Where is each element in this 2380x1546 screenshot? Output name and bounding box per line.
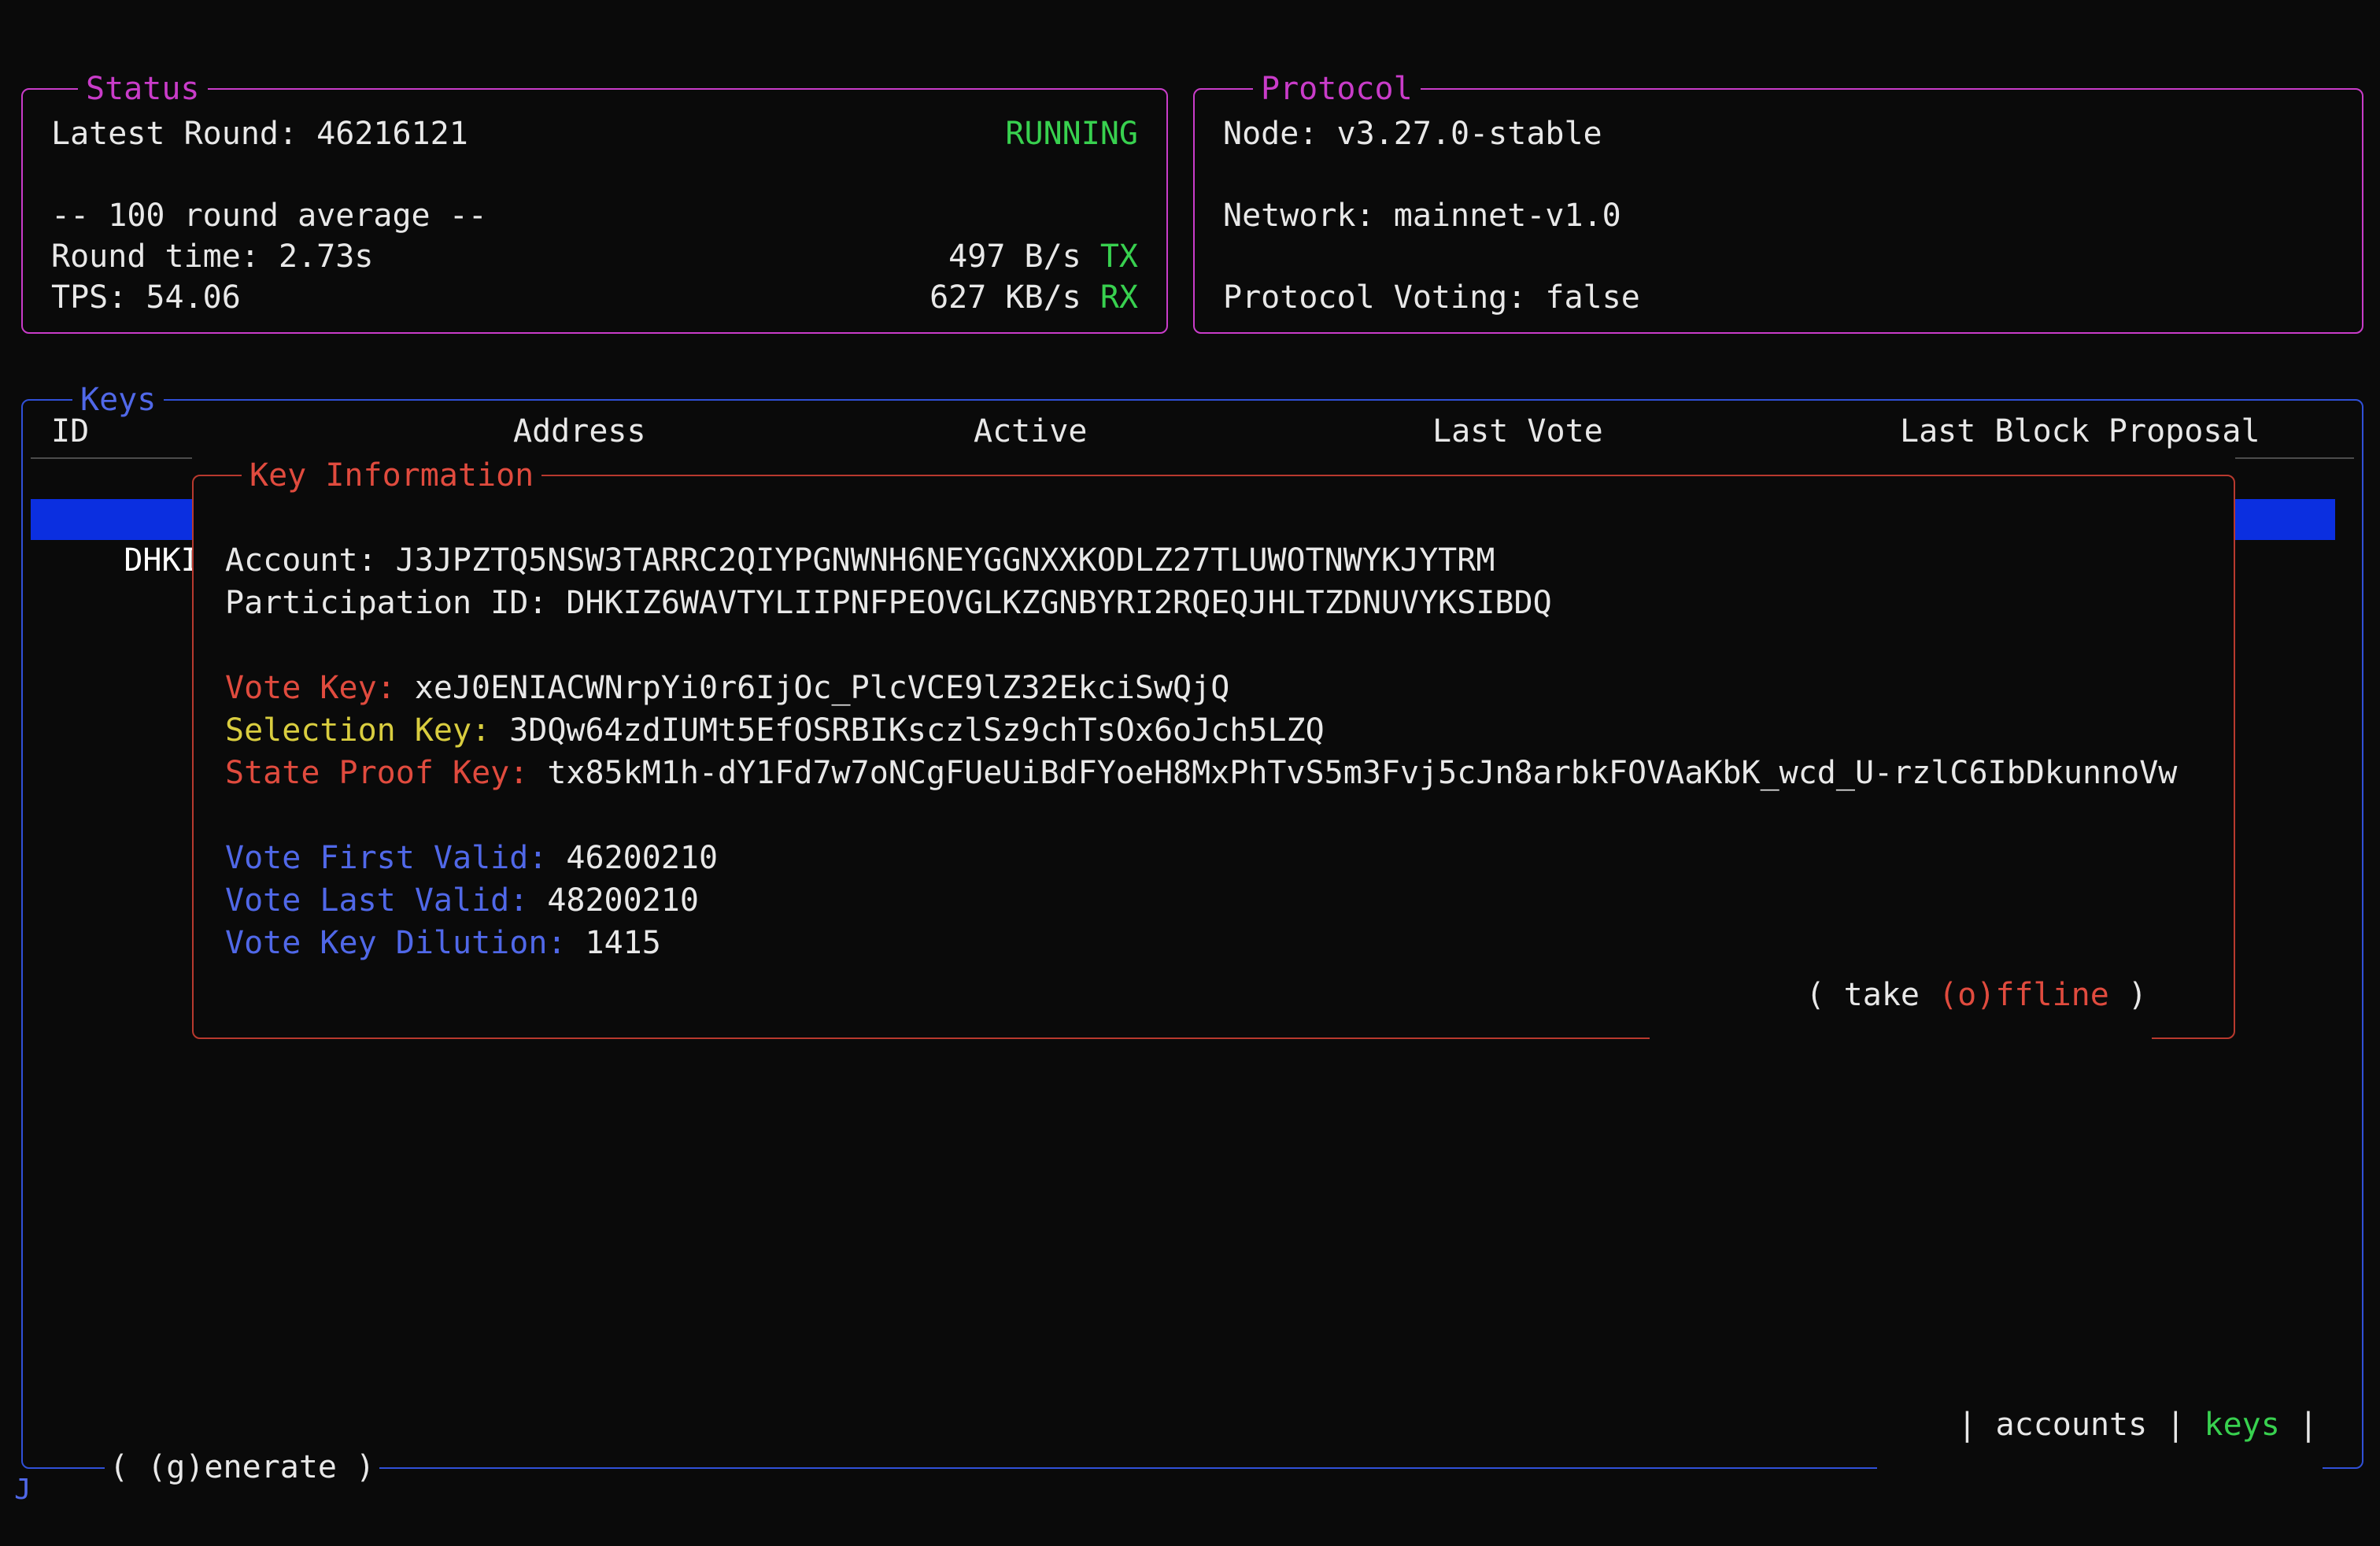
vote-first-valid-label: Vote First Valid: — [225, 840, 547, 876]
account-label: Account: — [225, 542, 377, 579]
tab-separator: | — [2299, 1407, 2318, 1443]
column-header-id: ID — [51, 411, 89, 452]
offline-hotkey: (o)ffline — [1938, 977, 2109, 1013]
status-row: TPS: 54.06 627 KB/s RX — [51, 277, 1138, 318]
offline-button-suffix: ) — [2109, 977, 2147, 1013]
column-header-last-block-proposal: Last Block Proposal — [1900, 411, 2260, 452]
account-value: J3JPZTQ5NSW3TARRC2QIYPGNWNH6NEYGGNXXKODL… — [396, 542, 1495, 579]
tx-throughput: 497 B/s TX — [948, 239, 1138, 275]
participation-id-label: Participation ID: — [225, 585, 547, 621]
protocol-row: Protocol Voting: false — [1223, 277, 2334, 318]
rx-rate: 627 KB/s — [929, 279, 1081, 316]
offline-button-prefix: ( take — [1806, 977, 1939, 1013]
status-panel-title: Status — [78, 67, 208, 111]
tab-accounts[interactable]: accounts — [1996, 1407, 2148, 1443]
stray-glyph: J — [14, 1474, 31, 1506]
vote-key-value: xeJ0ENIACWNrpYi0r6IjOc_PlcVCE9lZ32EkciSw… — [415, 670, 1230, 706]
footer-tabs: | accounts | keys | — [1877, 1361, 2323, 1489]
vote-last-valid-row: Vote Last Valid: 48200210 — [225, 879, 2218, 922]
protocol-panel-title: Protocol — [1253, 67, 1421, 111]
state-proof-key-value: tx85kM1h-dY1Fd7w7oNCgFUeUiBdFYoeH8MxPhTv… — [547, 755, 2177, 791]
status-content: Latest Round: 46216121 RUNNING -- 100 ro… — [23, 90, 1166, 318]
key-info-overlay: Key Information Account: J3JPZTQ5NSW3TAR… — [192, 453, 2235, 1039]
blank-row — [225, 624, 2218, 667]
participation-id-value: DHKIZ6WAVTYLIIPNFPEOVGLKZGNBYRI2RQEQJHLT… — [566, 585, 1551, 621]
status-row: Round time: 2.73s 497 B/s TX — [51, 236, 1138, 277]
status-row: -- 100 round average -- — [51, 195, 1138, 236]
selection-key-value: 3DQw64zdIUMt5EfOSRBIKsczlSz9chTsOx6oJch5… — [509, 712, 1325, 749]
selection-key-label: Selection Key: — [225, 712, 490, 749]
vote-key-dilution-value: 1415 — [585, 925, 660, 961]
state-proof-key-label: State Proof Key: — [225, 755, 528, 791]
protocol-voting: Protocol Voting: false — [1223, 279, 1640, 316]
vote-key-row: Vote Key: xeJ0ENIACWNrpYi0r6IjOc_PlcVCE9… — [225, 667, 2218, 709]
vote-key-dilution-label: Vote Key Dilution: — [225, 925, 566, 961]
tx-label: TX — [1100, 239, 1138, 275]
status-panel: Status Latest Round: 46216121 RUNNING --… — [21, 88, 1168, 334]
generate-button[interactable]: ( (g)enerate ) — [105, 1446, 379, 1489]
key-info-panel-title: Key Information — [242, 453, 541, 497]
key-info-panel: Key Information Account: J3JPZTQ5NSW3TAR… — [192, 475, 2235, 1039]
take-offline-button[interactable]: ( take (o)ffline ) — [1650, 931, 2152, 1059]
column-header-active: Active — [974, 411, 1088, 452]
state-proof-key-row: State Proof Key: tx85kM1h-dY1Fd7w7oNCgFU… — [225, 752, 2218, 794]
participation-id-row: Participation ID: DHKIZ6WAVTYLIIPNFPEOVG… — [225, 582, 2218, 624]
tx-rate: 497 B/s — [948, 239, 1081, 275]
round-time: Round time: 2.73s — [51, 239, 373, 275]
tab-keys[interactable]: keys — [2204, 1407, 2279, 1443]
node-version: Node: v3.27.0-stable — [1223, 116, 1602, 152]
column-header-last-vote: Last Vote — [1432, 411, 1603, 452]
tab-separator: | — [1957, 1407, 1976, 1443]
vote-last-valid-value: 48200210 — [547, 882, 699, 919]
protocol-row: Node: v3.27.0-stable — [1223, 113, 2334, 154]
vote-key-label: Vote Key: — [225, 670, 396, 706]
vote-first-valid-value: 46200210 — [566, 840, 718, 876]
tab-separator: | — [2166, 1407, 2185, 1443]
vote-last-valid-label: Vote Last Valid: — [225, 882, 528, 919]
protocol-row: Network: mainnet-v1.0 — [1223, 195, 2334, 236]
rx-label: RX — [1100, 279, 1138, 316]
selection-key-row: Selection Key: 3DQw64zdIUMt5EfOSRBIKsczl… — [225, 709, 2218, 752]
protocol-content: Node: v3.27.0-stable Network: mainnet-v1… — [1195, 90, 2362, 318]
blank-row — [225, 794, 2218, 837]
latest-round: Latest Round: 46216121 — [51, 116, 468, 152]
column-header-address: Address — [513, 411, 646, 452]
protocol-panel: Protocol Node: v3.27.0-stable Network: m… — [1193, 88, 2363, 334]
blank-row — [1223, 236, 2334, 277]
round-average-header: -- 100 round average -- — [51, 198, 487, 234]
blank-row — [1223, 154, 2334, 195]
account-row: Account: J3JPZTQ5NSW3TARRC2QIYPGNWNH6NEY… — [225, 539, 2218, 582]
network-name: Network: mainnet-v1.0 — [1223, 198, 1621, 234]
running-badge: RUNNING — [1005, 116, 1138, 152]
keys-panel: Keys ID Address Active Last Vote Last Bl… — [21, 399, 2363, 1469]
rx-throughput: 627 KB/s RX — [929, 279, 1138, 316]
vote-first-valid-row: Vote First Valid: 46200210 — [225, 837, 2218, 879]
status-row: Latest Round: 46216121 RUNNING — [51, 113, 1138, 154]
blank-row — [51, 154, 1138, 195]
tps: TPS: 54.06 — [51, 279, 241, 316]
